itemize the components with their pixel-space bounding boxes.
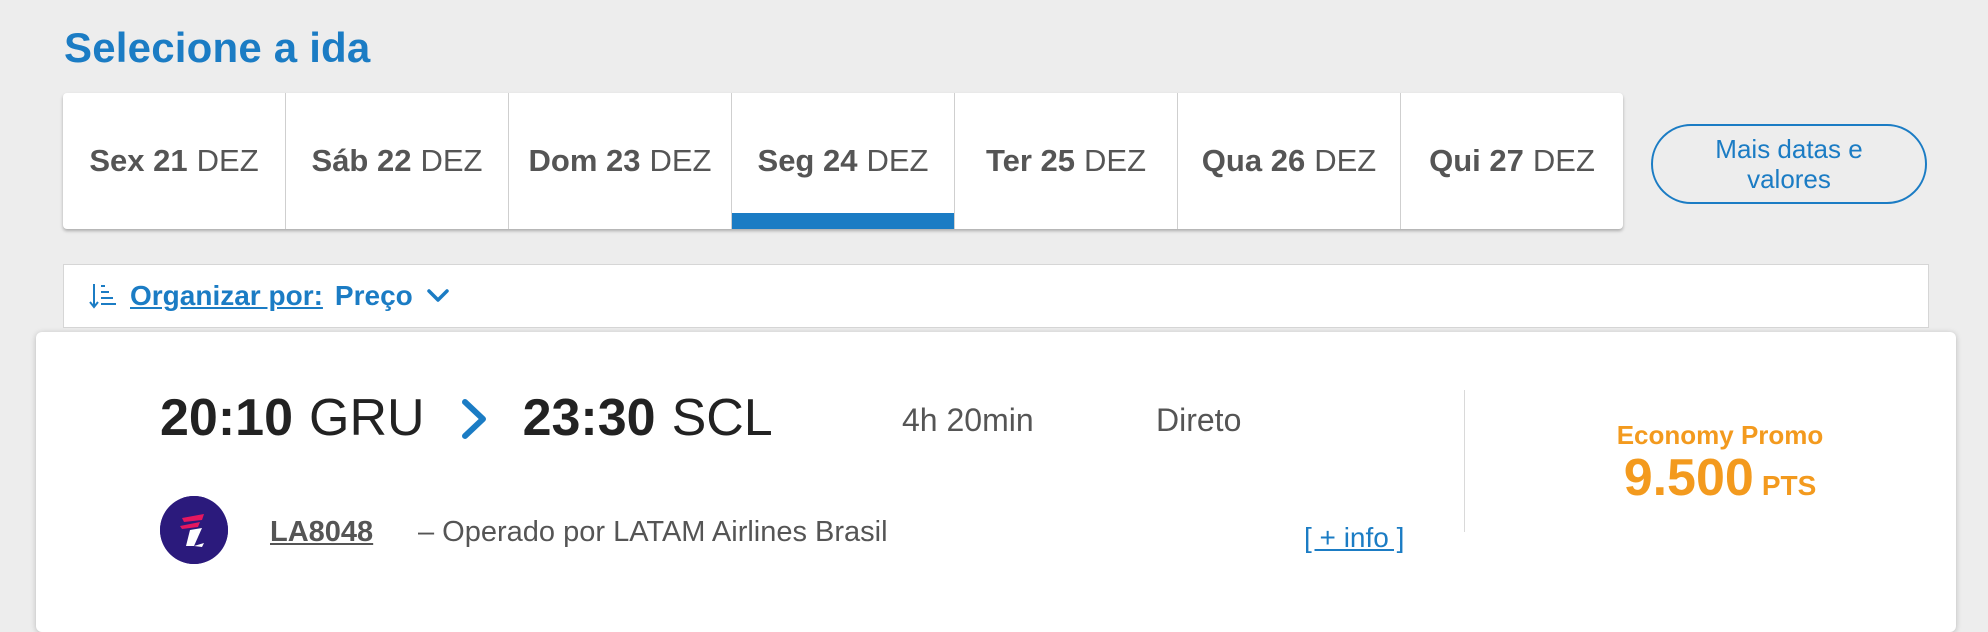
date-tab-qui-27[interactable]: Qui 27 DEZ [1401,93,1623,229]
arrival-time: 23:30 [522,389,656,447]
date-tab-month: DEZ [1532,143,1595,178]
date-tab-day: Ter 25 [985,143,1076,178]
sort-label[interactable]: Organizar por: [130,280,323,312]
chevron-right-icon [457,395,491,441]
date-tab-day: Qui 27 [1429,143,1524,178]
date-tab-day: Dom 23 [528,143,641,178]
flight-route: 20:10 GRU 23:30 SCL [160,388,773,448]
date-tab-day: Qua 26 [1201,143,1306,178]
date-tab-month: DEZ [196,143,259,178]
chevron-down-icon[interactable] [425,283,451,309]
latam-logo-icon [160,496,228,564]
sort-icon[interactable] [88,281,118,311]
more-dates-label-line1: Mais datas e [1715,134,1863,164]
fare-price[interactable]: 9.500 PTS [1538,448,1902,508]
price-value: 9.500 [1623,449,1754,507]
flight-stops: Direto [1156,402,1242,438]
date-tab-qua-26[interactable]: Qua 26 DEZ [1178,93,1401,229]
date-tab-day: Sex 21 [89,143,188,178]
sort-bar: Organizar por: Preço [63,264,1929,328]
date-tab-month: DEZ [866,143,929,178]
more-info-link[interactable]: [ + info ] [1304,522,1404,554]
fare-class[interactable]: Economy Promo [1538,420,1902,451]
more-dates-button[interactable]: Mais datas e valores [1651,124,1927,204]
flight-card[interactable]: 20:10 GRU 23:30 SCL 4h 20min Direto LA80… [36,332,1956,632]
date-tab-sab-22[interactable]: Sáb 22 DEZ [286,93,509,229]
date-tab-day: Sáb 22 [311,143,412,178]
arrival-airport: SCL [671,389,773,447]
flight-duration: 4h 20min [902,402,1034,438]
page-title: Selecione a ida [64,24,371,71]
date-tab-day: Seg 24 [757,143,858,178]
operated-by: – Operado por LATAM Airlines Brasil [418,516,888,548]
departure-airport: GRU [309,389,425,447]
date-tab-month: DEZ [1084,143,1147,178]
date-tab-month: DEZ [1314,143,1377,178]
price-unit: PTS [1761,470,1817,501]
card-divider [1464,390,1465,532]
date-tabs: Sex 21 DEZ Sáb 22 DEZ Dom 23 DEZ Seg 24 DEZ … [63,93,1623,229]
flight-number-link[interactable]: LA8048 [270,516,373,549]
more-dates-label-line2: valores [1747,164,1831,194]
date-tab-month: DEZ [420,143,483,178]
date-tab-sex-21[interactable]: Sex 21 DEZ [63,93,286,229]
date-tab-month: DEZ [649,143,712,178]
sort-value[interactable]: Preço [335,280,413,312]
date-tab-seg-24[interactable]: Seg 24 DEZ [732,93,955,229]
date-tab-dom-23[interactable]: Dom 23 DEZ [509,93,732,229]
date-tab-ter-25[interactable]: Ter 25 DEZ [955,93,1178,229]
departure-time: 20:10 [160,389,293,447]
